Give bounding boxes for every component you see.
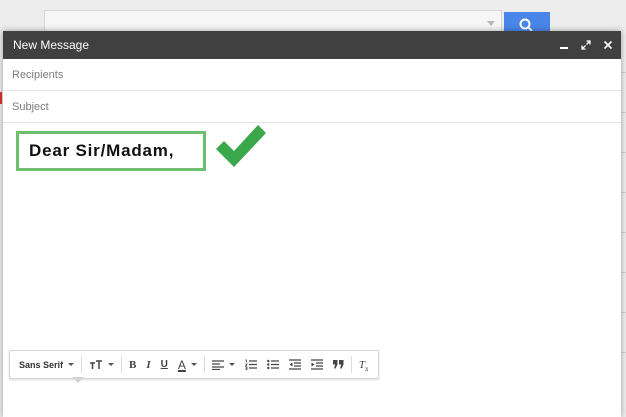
text-size-icon (90, 359, 103, 369)
toolbar-divider (121, 356, 123, 373)
indent-less-button[interactable] (284, 351, 306, 378)
quote-icon (332, 360, 344, 369)
font-family-label: Sans Serif (19, 359, 64, 370)
indent-more-button[interactable] (306, 351, 328, 378)
bold-button[interactable]: B (124, 351, 141, 378)
expand-icon[interactable] (581, 40, 591, 50)
text-size-button[interactable] (84, 351, 119, 378)
indent-less-icon (288, 359, 301, 370)
underline-button[interactable]: U (156, 351, 173, 378)
recipients-row (3, 59, 621, 91)
chevron-down-icon (228, 363, 235, 366)
italic-button[interactable]: I (141, 351, 155, 378)
message-body[interactable]: Dear Sir/Madam, (3, 123, 621, 373)
subject-row (3, 91, 621, 123)
greeting-highlight-box: Dear Sir/Madam, (16, 131, 206, 171)
subject-input[interactable] (12, 100, 592, 113)
italic-icon: I (146, 358, 151, 371)
text-color-button[interactable]: A (173, 351, 202, 378)
chevron-down-icon (108, 363, 115, 366)
recipients-input[interactable] (12, 68, 592, 81)
compose-titlebar[interactable]: New Message (3, 31, 621, 59)
chevron-down-icon (68, 363, 75, 366)
bulleted-list-icon (267, 359, 279, 370)
greeting-text: Dear Sir/Madam, (29, 141, 175, 160)
indent-more-icon (310, 359, 323, 370)
numbered-list-icon (244, 359, 257, 370)
toolbar-divider (203, 356, 205, 373)
window-controls (559, 31, 613, 59)
formatting-toolbar: Sans Serif B I U A Tx (9, 350, 379, 379)
align-button[interactable] (207, 351, 240, 378)
background-accent-stripe (0, 92, 2, 104)
clear-formatting-icon: Tx (358, 358, 369, 373)
compose-title: New Message (13, 38, 90, 52)
bulleted-list-button[interactable] (262, 351, 284, 378)
chevron-down-icon (190, 363, 197, 366)
checkmark-icon (216, 125, 266, 167)
text-color-icon: A (177, 357, 186, 372)
bold-icon: B (129, 358, 137, 371)
clear-formatting-button[interactable]: Tx (354, 351, 374, 378)
quote-button[interactable] (328, 351, 349, 378)
close-icon[interactable] (603, 40, 613, 50)
search-options-caret-icon (487, 21, 495, 26)
toolbar-pointer (72, 377, 84, 383)
font-family-select[interactable]: Sans Serif (14, 351, 79, 378)
toolbar-divider (81, 356, 83, 373)
align-icon (211, 359, 224, 370)
numbered-list-button[interactable] (240, 351, 262, 378)
underline-icon: U (160, 359, 168, 370)
toolbar-divider (350, 356, 352, 373)
minimize-icon[interactable] (559, 40, 569, 50)
